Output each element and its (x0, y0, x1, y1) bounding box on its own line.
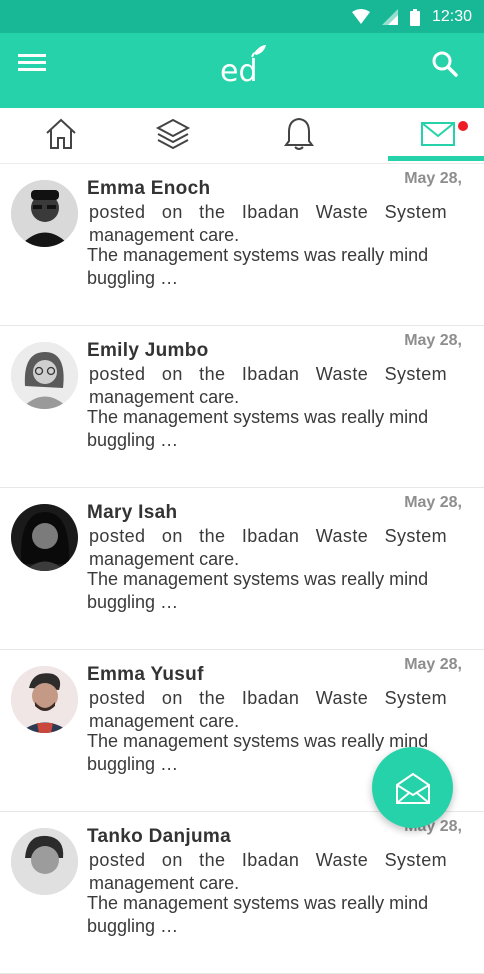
subject-text: management care. (89, 549, 240, 569)
sender-name: Mary Isah (87, 502, 178, 523)
app-bar: ed (0, 33, 484, 108)
status-icons: 12:30 (351, 6, 472, 28)
bell-icon (283, 117, 314, 150)
message-preview: The management systems was really mind b… (87, 245, 429, 288)
tab-notifications[interactable] (238, 108, 359, 160)
posted-text: posted on the Ibadan Waste System (89, 688, 447, 708)
mail-icon (421, 122, 455, 146)
subject-text: management care. (89, 387, 240, 407)
sender-name: Tanko Danjuma (87, 826, 231, 847)
subject-text: management care. (89, 873, 240, 893)
message-preview: The management systems was really mind b… (87, 407, 429, 450)
avatar (11, 828, 78, 895)
avatar (11, 504, 78, 571)
list-item[interactable]: Emily Jumbo May 28, posted on the Ibadan… (0, 326, 484, 488)
tab-bar (0, 108, 484, 164)
signal-icon (381, 9, 398, 25)
home-icon (45, 118, 76, 149)
status-time: 12:30 (431, 8, 472, 25)
tab-layers[interactable] (112, 108, 233, 160)
unread-badge (458, 121, 468, 131)
wifi-icon (351, 9, 370, 24)
subject-text: management care. (89, 225, 240, 245)
message-preview: The management systems was really mind b… (87, 569, 429, 612)
tab-messages[interactable] (378, 108, 484, 160)
sender-name: Emily Jumbo (87, 340, 209, 361)
list-item[interactable]: Mary Isah May 28, posted on the Ibadan W… (0, 488, 484, 650)
svg-text:ed: ed (220, 54, 258, 87)
list-item[interactable]: Tanko Danjuma May 28, posted on the Ibad… (0, 812, 484, 974)
app-logo: ed (218, 43, 268, 89)
search-icon (432, 51, 458, 77)
battery-icon (409, 8, 420, 26)
subject-text: management care. (89, 711, 240, 731)
hamburger-icon (18, 54, 46, 71)
avatar (11, 180, 78, 247)
message-list: Emma Enoch May 28, posted on the Ibadan … (0, 164, 484, 974)
logo-icon: ed (220, 45, 266, 89)
tab-home[interactable] (0, 108, 121, 160)
message-date: May 28, (404, 170, 462, 187)
compose-button[interactable] (372, 747, 453, 828)
layers-icon (155, 118, 190, 150)
posted-text: posted on the Ibadan Waste System (89, 202, 447, 222)
posted-text: posted on the Ibadan Waste System (89, 526, 447, 546)
search-button[interactable] (430, 49, 460, 79)
open-envelope-icon (395, 772, 430, 804)
message-preview: The management systems was really mind b… (87, 893, 429, 936)
message-date: May 28, (404, 656, 462, 673)
posted-text: posted on the Ibadan Waste System (89, 364, 447, 384)
menu-button[interactable] (18, 51, 48, 77)
avatar (11, 666, 78, 733)
message-date: May 28, (404, 494, 462, 511)
message-date: May 28, (404, 332, 462, 349)
sender-name: Emma Enoch (87, 178, 211, 199)
sender-name: Emma Yusuf (87, 664, 204, 685)
active-tab-indicator (388, 156, 484, 161)
avatar (11, 342, 78, 409)
list-item[interactable]: Emma Enoch May 28, posted on the Ibadan … (0, 164, 484, 326)
status-bar: 12:30 (0, 0, 484, 33)
